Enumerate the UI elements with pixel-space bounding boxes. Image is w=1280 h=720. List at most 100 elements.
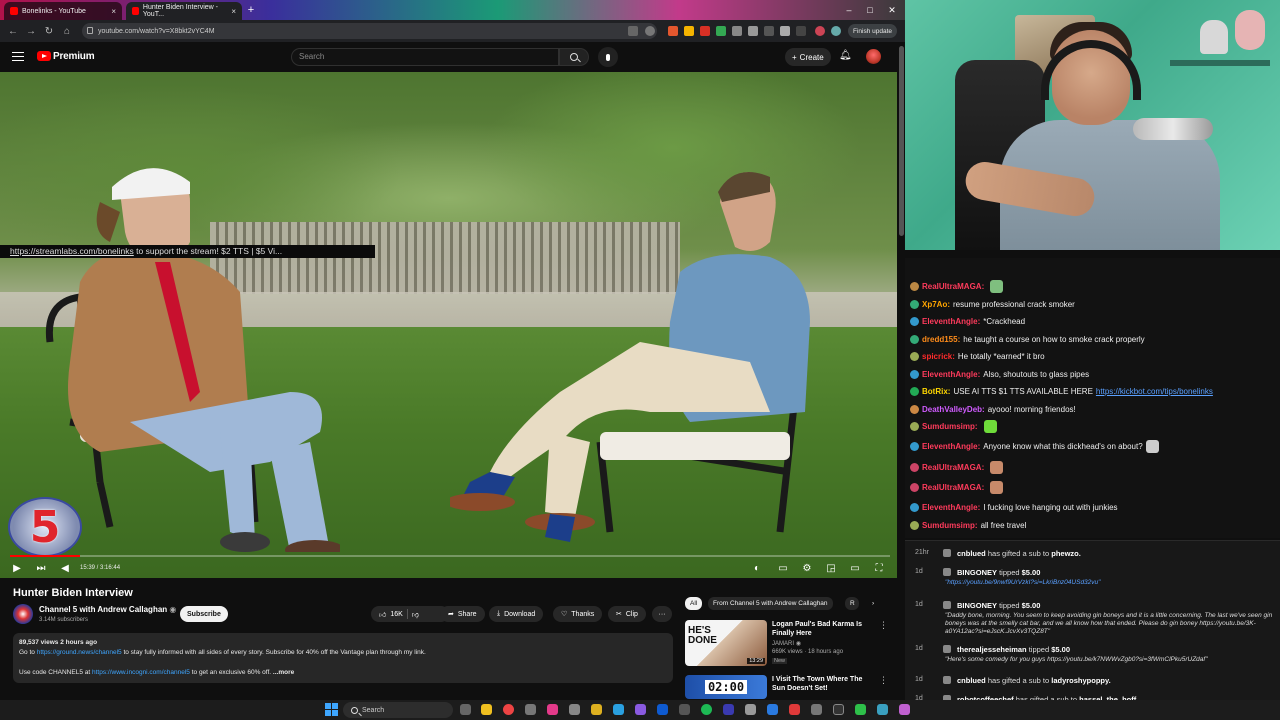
voice-search-button[interactable] bbox=[598, 47, 618, 67]
chat-username[interactable]: RealUltraMAGA: bbox=[922, 282, 984, 291]
profile-avatar[interactable] bbox=[831, 26, 841, 36]
app-icon[interactable] bbox=[855, 704, 866, 715]
minimize-button[interactable]: – bbox=[843, 4, 855, 16]
subscribe-button[interactable]: Subscribe bbox=[180, 606, 228, 622]
event-username[interactable]: cnblued bbox=[957, 676, 986, 685]
channel-name[interactable]: Channel 5 with Andrew Callaghan ◉ bbox=[39, 605, 176, 614]
tab-hunter-biden[interactable]: Hunter Biden Interview - YouT... × bbox=[126, 2, 242, 20]
app-icon[interactable] bbox=[635, 704, 646, 715]
extension-icon[interactable] bbox=[700, 26, 710, 36]
new-tab-button[interactable]: + bbox=[244, 3, 258, 17]
tab-bonelinks[interactable]: Bonelinks - YouTube × bbox=[4, 2, 122, 20]
taskbar-search[interactable]: Search bbox=[343, 702, 453, 718]
app-icon[interactable] bbox=[525, 704, 536, 715]
app-icon[interactable] bbox=[811, 704, 822, 715]
chat-username[interactable]: dredd155: bbox=[922, 335, 960, 344]
next-icon[interactable]: ⏭︎ bbox=[34, 561, 48, 575]
video-progress-bar[interactable] bbox=[10, 555, 890, 557]
chat-username[interactable]: Xp7Ao: bbox=[922, 300, 950, 309]
search-button[interactable] bbox=[559, 48, 589, 66]
chat-username[interactable]: EleventhAngle: bbox=[922, 370, 980, 379]
obs-icon[interactable] bbox=[547, 704, 558, 715]
create-button[interactable]: + Create bbox=[785, 48, 831, 66]
folder-icon[interactable] bbox=[591, 704, 602, 715]
recommendation-title[interactable]: Logan Paul's Bad Karma Is Finally Here bbox=[772, 620, 877, 638]
app-icon[interactable] bbox=[723, 704, 734, 715]
ground-news-link[interactable]: https://ground.news/channel5 bbox=[37, 649, 122, 656]
youtube-premium-logo[interactable]: Premium bbox=[53, 51, 95, 62]
channel-avatar[interactable] bbox=[13, 604, 33, 624]
finish-update-button[interactable]: Finish update bbox=[848, 24, 898, 38]
app-icon[interactable] bbox=[745, 704, 756, 715]
incogni-link[interactable]: https://www.incogni.com/channel5 bbox=[92, 669, 190, 676]
chevron-right-icon[interactable]: › bbox=[867, 597, 879, 610]
miniplayer-icon[interactable]: ◲ bbox=[824, 561, 838, 575]
extension-icon[interactable] bbox=[668, 26, 678, 36]
spotify-icon[interactable] bbox=[701, 704, 712, 715]
video-player[interactable]: 5 bbox=[0, 72, 897, 578]
close-icon[interactable]: × bbox=[231, 7, 236, 16]
extension-icon[interactable] bbox=[732, 26, 742, 36]
event-username[interactable]: BINGONEY bbox=[957, 601, 997, 610]
profile-avatar[interactable] bbox=[815, 26, 825, 36]
download-button[interactable]: ⤓ Download bbox=[489, 606, 544, 622]
more-options-icon[interactable]: ⋮ bbox=[879, 675, 888, 686]
like-count[interactable]: 16K bbox=[390, 611, 402, 618]
event-username[interactable]: BINGONEY bbox=[957, 568, 997, 577]
settings-gear-icon[interactable]: ⚙︎ bbox=[800, 561, 814, 575]
app-icon[interactable] bbox=[877, 704, 888, 715]
app-icon[interactable] bbox=[657, 704, 668, 715]
chat-username[interactable]: EleventhAngle: bbox=[922, 317, 980, 326]
back-arrow-icon[interactable]: ← bbox=[4, 22, 22, 40]
event-username[interactable]: therealjesseheiman bbox=[957, 645, 1027, 654]
subtitles-icon[interactable]: ▭ bbox=[776, 561, 790, 575]
recommendation-item[interactable]: HE'S DONE 13:29 Logan Paul's Bad Karma I… bbox=[685, 620, 890, 670]
play-icon[interactable]: ▶ bbox=[10, 561, 24, 575]
recommendation-item[interactable]: 02:00 I Visit The Town Where The Sun Doe… bbox=[685, 675, 890, 699]
chat-username[interactable]: DeathValleyDeb: bbox=[922, 405, 985, 414]
share-button[interactable]: ➦ Share bbox=[440, 606, 485, 622]
file-explorer-icon[interactable] bbox=[481, 704, 492, 715]
app-icon[interactable] bbox=[899, 704, 910, 715]
volume-icon[interactable]: ◀︎ bbox=[58, 561, 72, 575]
fullscreen-icon[interactable]: ⛶ bbox=[872, 561, 886, 575]
menu-icon[interactable] bbox=[12, 52, 24, 61]
more-actions-button[interactable]: ··· bbox=[652, 606, 672, 622]
chip-all[interactable]: All bbox=[685, 597, 703, 610]
scrollbar-thumb[interactable] bbox=[899, 46, 904, 236]
chat-link[interactable]: https://kickbot.com/tips/bonelinks bbox=[1096, 387, 1213, 396]
youtube-logo-icon[interactable] bbox=[37, 51, 51, 61]
chat-username[interactable]: RealUltraMAGA: bbox=[922, 463, 984, 472]
account-avatar[interactable] bbox=[866, 49, 881, 64]
forward-arrow-icon[interactable]: → bbox=[22, 22, 40, 40]
extension-icon[interactable] bbox=[764, 26, 774, 36]
chip-from-channel[interactable]: From Channel 5 with Andrew Callaghan bbox=[708, 597, 833, 610]
app-icon[interactable] bbox=[767, 704, 778, 715]
search-input[interactable]: Search bbox=[291, 48, 559, 66]
thumbs-up-icon[interactable]: 👍︎ bbox=[379, 610, 386, 619]
thanks-button[interactable]: ♡ Thanks bbox=[553, 606, 603, 622]
sidebar-icon[interactable] bbox=[780, 26, 790, 36]
chip-related[interactable]: R bbox=[845, 597, 859, 610]
description-box[interactable]: 89,537 views 2 hours ago Go to https://g… bbox=[13, 633, 673, 683]
cast-icon[interactable] bbox=[628, 26, 638, 36]
show-more-link[interactable]: ...more bbox=[273, 669, 294, 676]
recommendation-title[interactable]: I Visit The Town Where The Sun Doesn't S… bbox=[772, 675, 877, 693]
extension-icon[interactable] bbox=[716, 26, 726, 36]
video-thumbnail[interactable]: 02:00 bbox=[685, 675, 767, 699]
notifications-bell-icon[interactable]: 🔔︎ bbox=[839, 50, 852, 62]
close-icon[interactable]: × bbox=[111, 7, 116, 16]
chat-username[interactable]: RealUltraMAGA: bbox=[922, 483, 984, 492]
windows-start-icon[interactable] bbox=[325, 703, 338, 716]
star-icon[interactable] bbox=[645, 26, 655, 36]
reload-icon[interactable]: ↻ bbox=[40, 22, 58, 40]
url-bar[interactable]: youtube.com/watch?v=X8bkt2vYC4M bbox=[82, 23, 657, 39]
chat-username[interactable]: spicrick: bbox=[922, 352, 955, 361]
clip-button[interactable]: ✂ Clip bbox=[608, 606, 646, 622]
home-icon[interactable]: ⌂ bbox=[58, 22, 76, 40]
puzzle-icon[interactable] bbox=[748, 26, 758, 36]
extension-icon[interactable] bbox=[684, 26, 694, 36]
task-view-icon[interactable] bbox=[460, 704, 471, 715]
event-username[interactable]: cnblued bbox=[957, 549, 986, 558]
chat-username[interactable]: EleventhAngle: bbox=[922, 442, 980, 451]
